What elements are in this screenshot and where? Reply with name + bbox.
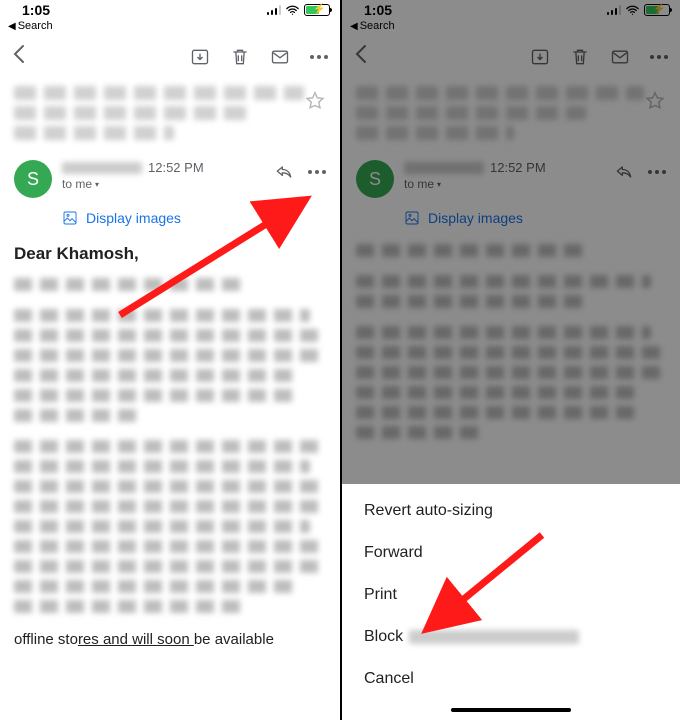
star-icon[interactable] xyxy=(304,90,326,112)
action-sheet: Revert auto-sizing Forward Print Block C… xyxy=(342,484,680,720)
email-body: Dear Khamosh, offline stores and will so… xyxy=(0,226,340,648)
left-screenshot: 1:05 ⚡ ◀ Search xyxy=(0,0,340,720)
chevron-down-icon: ▾ xyxy=(95,180,99,189)
right-screenshot: 1:05 ⚡ ◀Search S xyxy=(340,0,680,720)
sender-name-redacted xyxy=(62,162,142,174)
back-triangle-icon: ◀ xyxy=(8,21,16,32)
body-paragraph-redacted xyxy=(14,440,326,613)
body-paragraph-redacted xyxy=(14,309,326,422)
status-bar: 1:05 ⚡ xyxy=(0,0,340,20)
message-more-icon[interactable] xyxy=(308,170,326,174)
cellular-icon xyxy=(267,5,282,15)
sheet-item-block[interactable]: Block xyxy=(342,616,680,658)
archive-icon[interactable] xyxy=(190,47,210,67)
breadcrumb-back[interactable]: ◀ Search xyxy=(0,20,340,36)
trash-icon[interactable] xyxy=(230,47,250,67)
status-time: 1:05 xyxy=(22,2,50,18)
reply-icon[interactable] xyxy=(274,162,294,182)
sender-row: S 12:52 PM to me ▾ xyxy=(0,146,340,198)
recipient-line[interactable]: to me ▾ xyxy=(62,177,264,191)
back-label: Search xyxy=(18,20,53,32)
subject-area xyxy=(0,76,340,146)
status-indicators: ⚡ xyxy=(267,3,331,18)
mail-icon[interactable] xyxy=(270,47,290,67)
display-images-link[interactable]: Display images xyxy=(48,210,340,226)
greeting: Dear Khamosh, xyxy=(14,244,326,264)
body-paragraph-redacted xyxy=(14,278,326,291)
sheet-item-cancel[interactable]: Cancel xyxy=(342,658,680,700)
back-chevron-icon[interactable] xyxy=(12,44,26,70)
block-target-redacted xyxy=(409,630,579,644)
sheet-item-forward[interactable]: Forward xyxy=(342,532,680,574)
body-visible-text: offline stores and will soon be availabl… xyxy=(14,631,326,648)
subject-text-redacted xyxy=(14,86,304,146)
sheet-item-print[interactable]: Print xyxy=(342,574,680,616)
image-icon xyxy=(62,210,78,226)
sheet-item-revert[interactable]: Revert auto-sizing xyxy=(342,490,680,532)
wifi-icon xyxy=(285,3,300,18)
avatar[interactable]: S xyxy=(14,160,52,198)
battery-icon: ⚡ xyxy=(304,4,330,16)
email-toolbar xyxy=(0,36,340,76)
home-indicator xyxy=(451,708,571,712)
timestamp: 12:52 PM xyxy=(148,160,204,175)
more-icon[interactable] xyxy=(310,55,328,59)
